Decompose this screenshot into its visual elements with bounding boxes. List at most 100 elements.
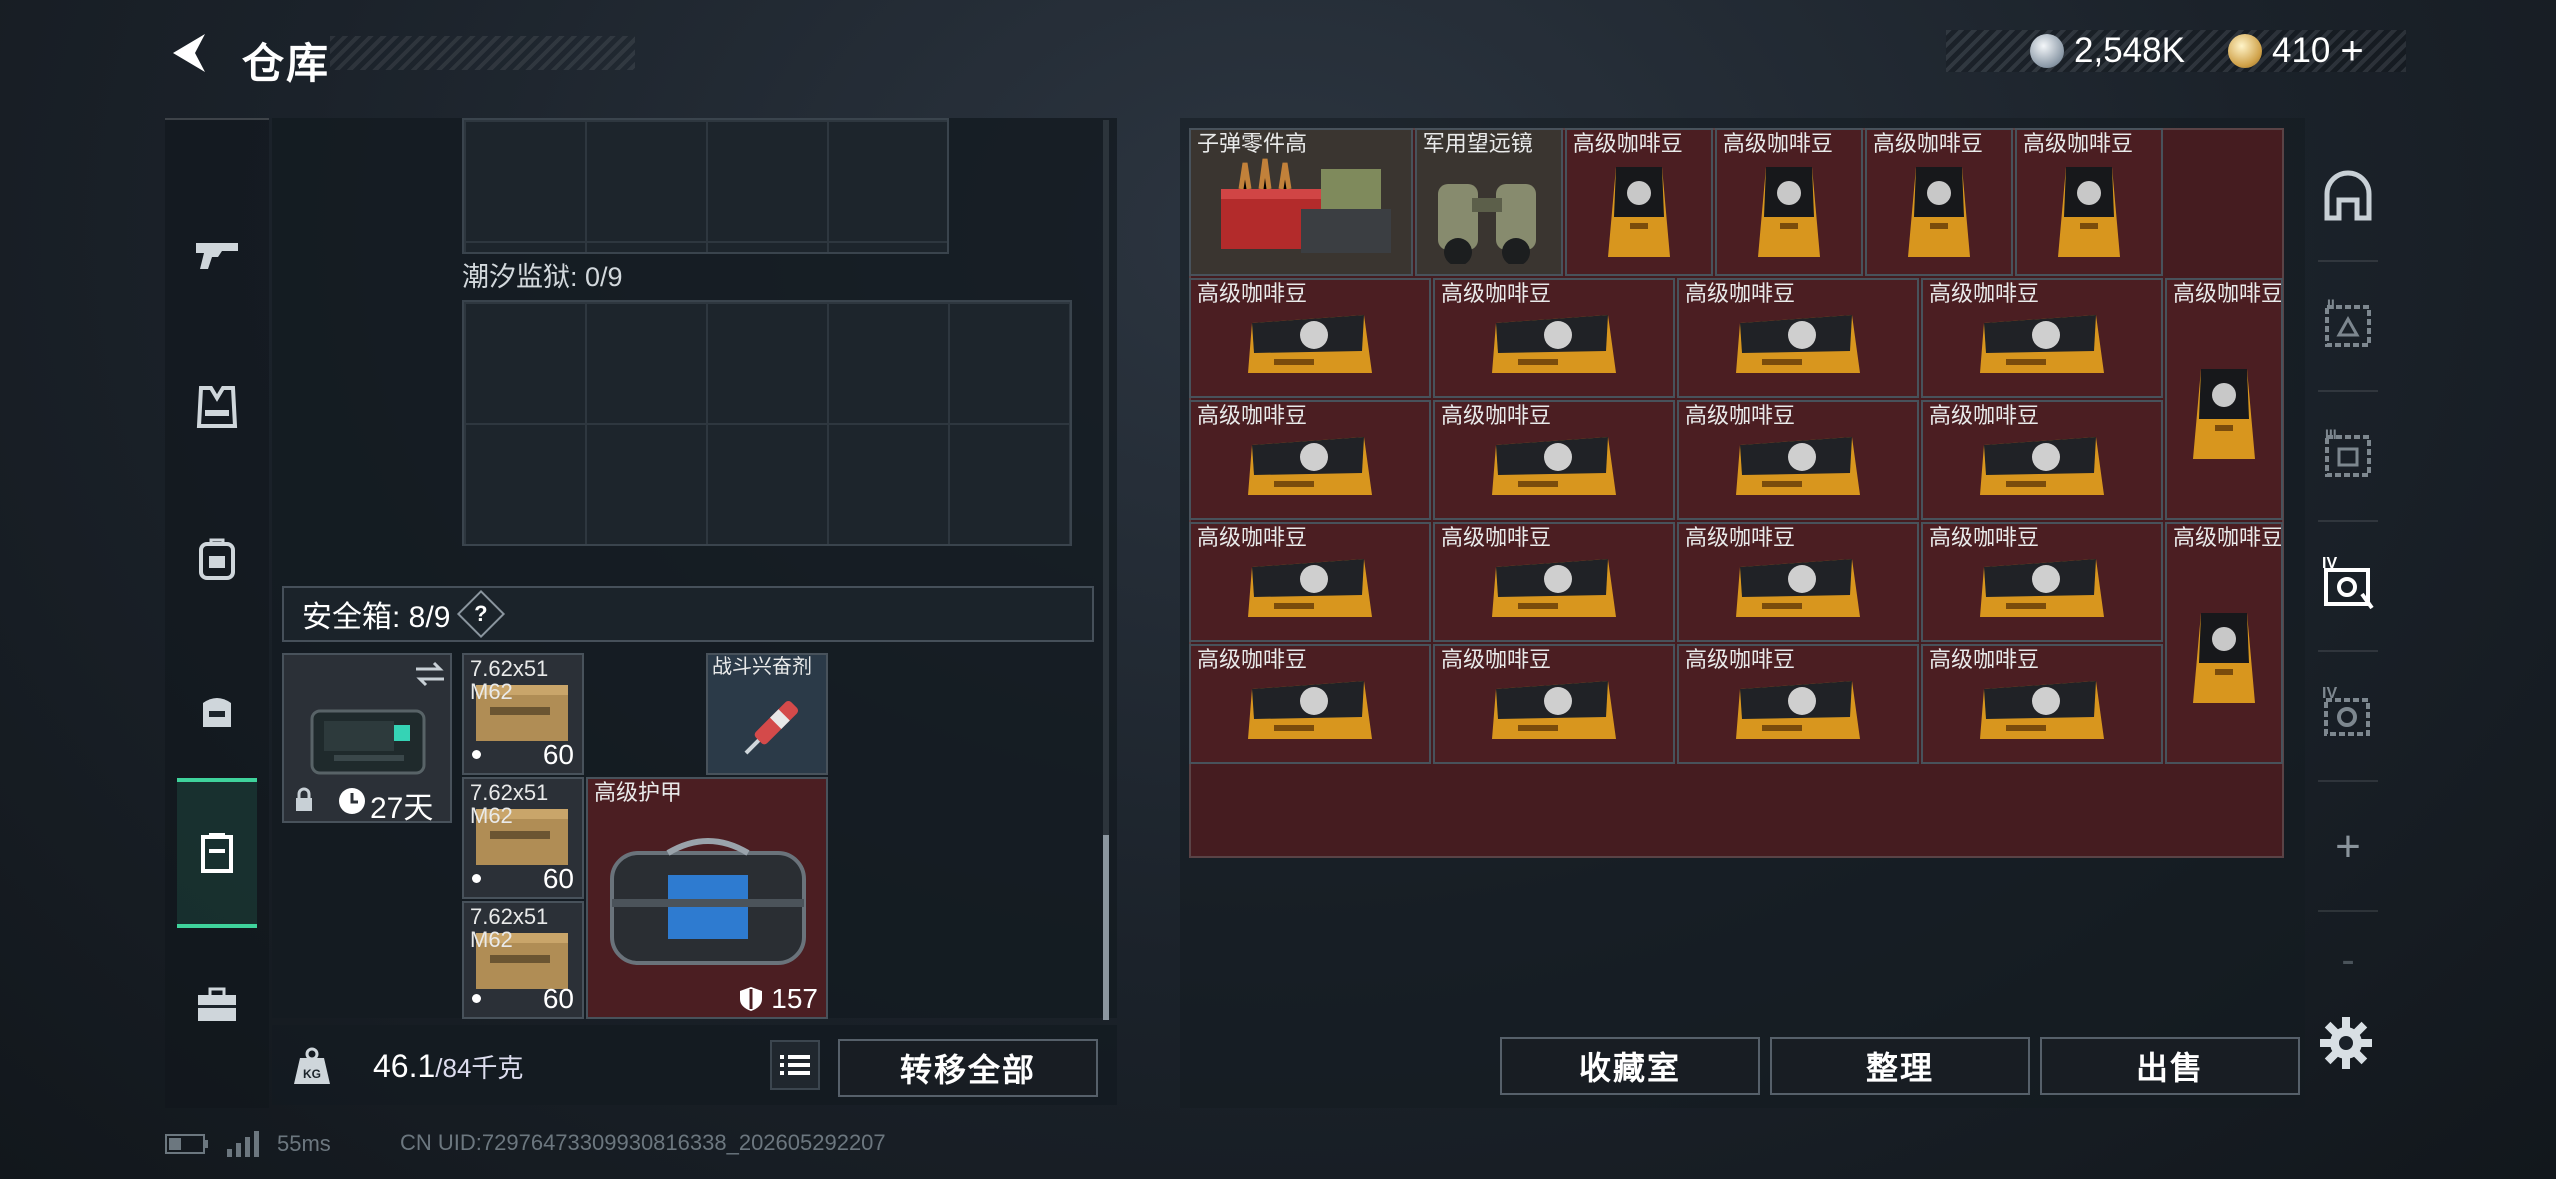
rail-divider xyxy=(2318,390,2378,392)
stash-item-coffee[interactable]: 高级咖啡豆 xyxy=(1564,128,1713,277)
stash-item-coffee[interactable]: 高级咖啡豆 xyxy=(1433,400,1675,521)
stash-item-coffee[interactable]: 高级咖啡豆 xyxy=(1921,522,2163,643)
stash-item-coffee[interactable]: 高级咖啡豆 xyxy=(1677,400,1919,521)
scrollbar-thumb[interactable] xyxy=(1103,835,1109,1020)
safe-case-slot[interactable]: 27天 xyxy=(282,653,452,823)
safe-box-header: 安全箱: 8/9 ? xyxy=(282,586,1094,642)
coffee-bag-image xyxy=(1736,314,1860,373)
help-icon[interactable]: ? xyxy=(457,589,506,639)
stash-item-coffee[interactable]: 高级咖啡豆 xyxy=(2165,522,2283,765)
svg-text:III: III xyxy=(2325,427,2337,442)
title-decoration xyxy=(330,36,635,70)
stash-item-coffee[interactable]: 高级咖啡豆 xyxy=(1189,644,1431,765)
stash-item-coffee[interactable]: 高级咖啡豆 xyxy=(1677,278,1919,399)
coffee-bag-image xyxy=(1248,314,1372,373)
binoculars-image xyxy=(1437,184,1536,265)
stash-item-coffee[interactable]: 高级咖啡豆 xyxy=(1433,522,1675,643)
stash-tab-iv-active[interactable]: IV xyxy=(2316,552,2380,616)
bag-icon xyxy=(203,698,231,727)
swap-icon[interactable] xyxy=(414,661,446,687)
armor-bag-image xyxy=(610,838,806,965)
coffee-bag-image xyxy=(1980,314,2104,373)
rail-item-weapon[interactable] xyxy=(177,180,257,330)
rail-divider xyxy=(2318,910,2378,912)
gold-plus-icon[interactable]: + xyxy=(2340,29,2363,74)
stash-item-coffee[interactable]: 高级咖啡豆 xyxy=(2165,278,2283,521)
stash-item-coffee[interactable]: 高级咖啡豆 xyxy=(1921,278,2163,399)
gold-coin-icon xyxy=(2228,34,2262,68)
safe-item-armor[interactable]: 高级护甲 157 xyxy=(586,777,828,1019)
coffee-bag-image xyxy=(1607,167,1670,258)
item-name: 7.62x51 M62 xyxy=(470,780,549,829)
item-name: 军用望远镜 xyxy=(1422,131,1533,156)
remove-tab-icon[interactable]: - xyxy=(2316,938,2380,982)
item-name: 高级咖啡豆 xyxy=(1685,647,1796,673)
item-name: 高级咖啡豆 xyxy=(1197,525,1308,551)
rail-item-backpack[interactable] xyxy=(177,484,257,634)
stash-tab-home[interactable] xyxy=(2316,165,2380,229)
safe-item-ammo[interactable]: 7.62x51 M62 60 xyxy=(462,653,584,775)
settings-gear-icon[interactable] xyxy=(2318,1015,2374,1071)
coffee-bag-image xyxy=(1248,436,1372,495)
back-arrow-icon[interactable] xyxy=(165,28,215,78)
coffee-bag-image xyxy=(1757,167,1820,258)
stash-item-coffee[interactable]: 高级咖啡豆 xyxy=(1921,400,2163,521)
battery-icon xyxy=(165,1134,208,1154)
safe-item-ammo[interactable]: 7.62x51 M62 60 xyxy=(462,777,584,899)
stash-item-parts-crate[interactable]: 子弹零件高 xyxy=(1189,128,1413,277)
signal-icon xyxy=(227,1131,259,1157)
collection-room-button[interactable]: 收藏室 xyxy=(1500,1037,1760,1095)
stash-item-coffee[interactable]: 高级咖啡豆 xyxy=(1189,400,1431,521)
rail-item-safe-case[interactable] xyxy=(177,778,257,928)
ping-value: 55ms xyxy=(277,1131,331,1156)
briefcase-icon xyxy=(198,987,236,1021)
kg-weight-icon: KG xyxy=(294,1047,330,1084)
shield-icon xyxy=(740,987,762,1011)
organize-button[interactable]: 整理 xyxy=(1770,1037,2030,1095)
add-tab-icon[interactable]: + xyxy=(2316,815,2380,879)
safe-case-icon xyxy=(201,833,233,873)
safe-item-stimulant[interactable]: 战斗兴奋剂 xyxy=(706,653,828,775)
stash-item-coffee[interactable]: 高级咖啡豆 xyxy=(1433,278,1675,399)
page-title: 仓库 xyxy=(242,40,331,87)
stash-item-coffee[interactable]: 高级咖啡豆 xyxy=(1433,644,1675,765)
stash-tab-iii[interactable]: III xyxy=(2316,422,2380,486)
coffee-bag-image xyxy=(1248,558,1372,617)
list-view-button[interactable] xyxy=(770,1040,820,1090)
stash-item-coffee[interactable]: 高级咖啡豆 xyxy=(1714,128,1863,277)
item-name: 高级咖啡豆 xyxy=(1685,525,1796,551)
stash-item-coffee[interactable]: 高级咖啡豆 xyxy=(2014,128,2163,277)
stash-tab-ii[interactable]: II xyxy=(2316,292,2380,356)
stash-item-binoculars[interactable]: 军用望远镜 xyxy=(1414,128,1563,277)
gold-currency[interactable]: 410 + xyxy=(2228,29,2364,74)
coffee-bag-image xyxy=(2057,167,2120,258)
stash-item-coffee[interactable]: 高级咖啡豆 xyxy=(1864,128,2013,277)
coffee-bag-image xyxy=(1736,680,1860,739)
uid-text: CN UID:72976473309930816338_202605292207 xyxy=(400,1130,886,1155)
stash-item-coffee[interactable]: 高级咖啡豆 xyxy=(1677,644,1919,765)
syringe-image xyxy=(744,700,799,755)
item-name: 高级咖啡豆 xyxy=(1685,281,1796,307)
stash-item-coffee[interactable]: 高级咖啡豆 xyxy=(1921,644,2163,765)
rail-item-bag[interactable] xyxy=(177,636,257,786)
coffee-bag-image xyxy=(1492,558,1616,617)
svg-text:IV: IV xyxy=(2322,555,2337,572)
rail-divider xyxy=(2318,520,2378,522)
rail-item-briefcase[interactable] xyxy=(177,930,257,1080)
sell-button[interactable]: 出售 xyxy=(2040,1037,2300,1095)
rail-item-vest[interactable] xyxy=(177,332,257,482)
item-name: 高级咖啡豆 xyxy=(1685,403,1796,429)
tab-home-icon xyxy=(2324,170,2372,221)
stash-item-coffee[interactable]: 高级咖啡豆 xyxy=(1189,522,1431,643)
item-name: 高级咖啡豆 xyxy=(1441,403,1552,429)
transfer-all-button[interactable]: 转移全部 xyxy=(838,1039,1098,1097)
stash-tab-iii-icon: III xyxy=(2325,427,2371,477)
clock-icon xyxy=(339,788,365,814)
list-icon xyxy=(780,1055,810,1075)
stash-item-coffee[interactable]: 高级咖啡豆 xyxy=(1189,278,1431,399)
stash-tab-iv-b[interactable]: IV xyxy=(2316,682,2380,746)
container-grid-tide-prison[interactable] xyxy=(462,300,1072,546)
svg-text:KG: KG xyxy=(303,1067,321,1081)
stash-item-coffee[interactable]: 高级咖啡豆 xyxy=(1677,522,1919,643)
safe-item-ammo[interactable]: 7.62x51 M62 60 xyxy=(462,901,584,1019)
